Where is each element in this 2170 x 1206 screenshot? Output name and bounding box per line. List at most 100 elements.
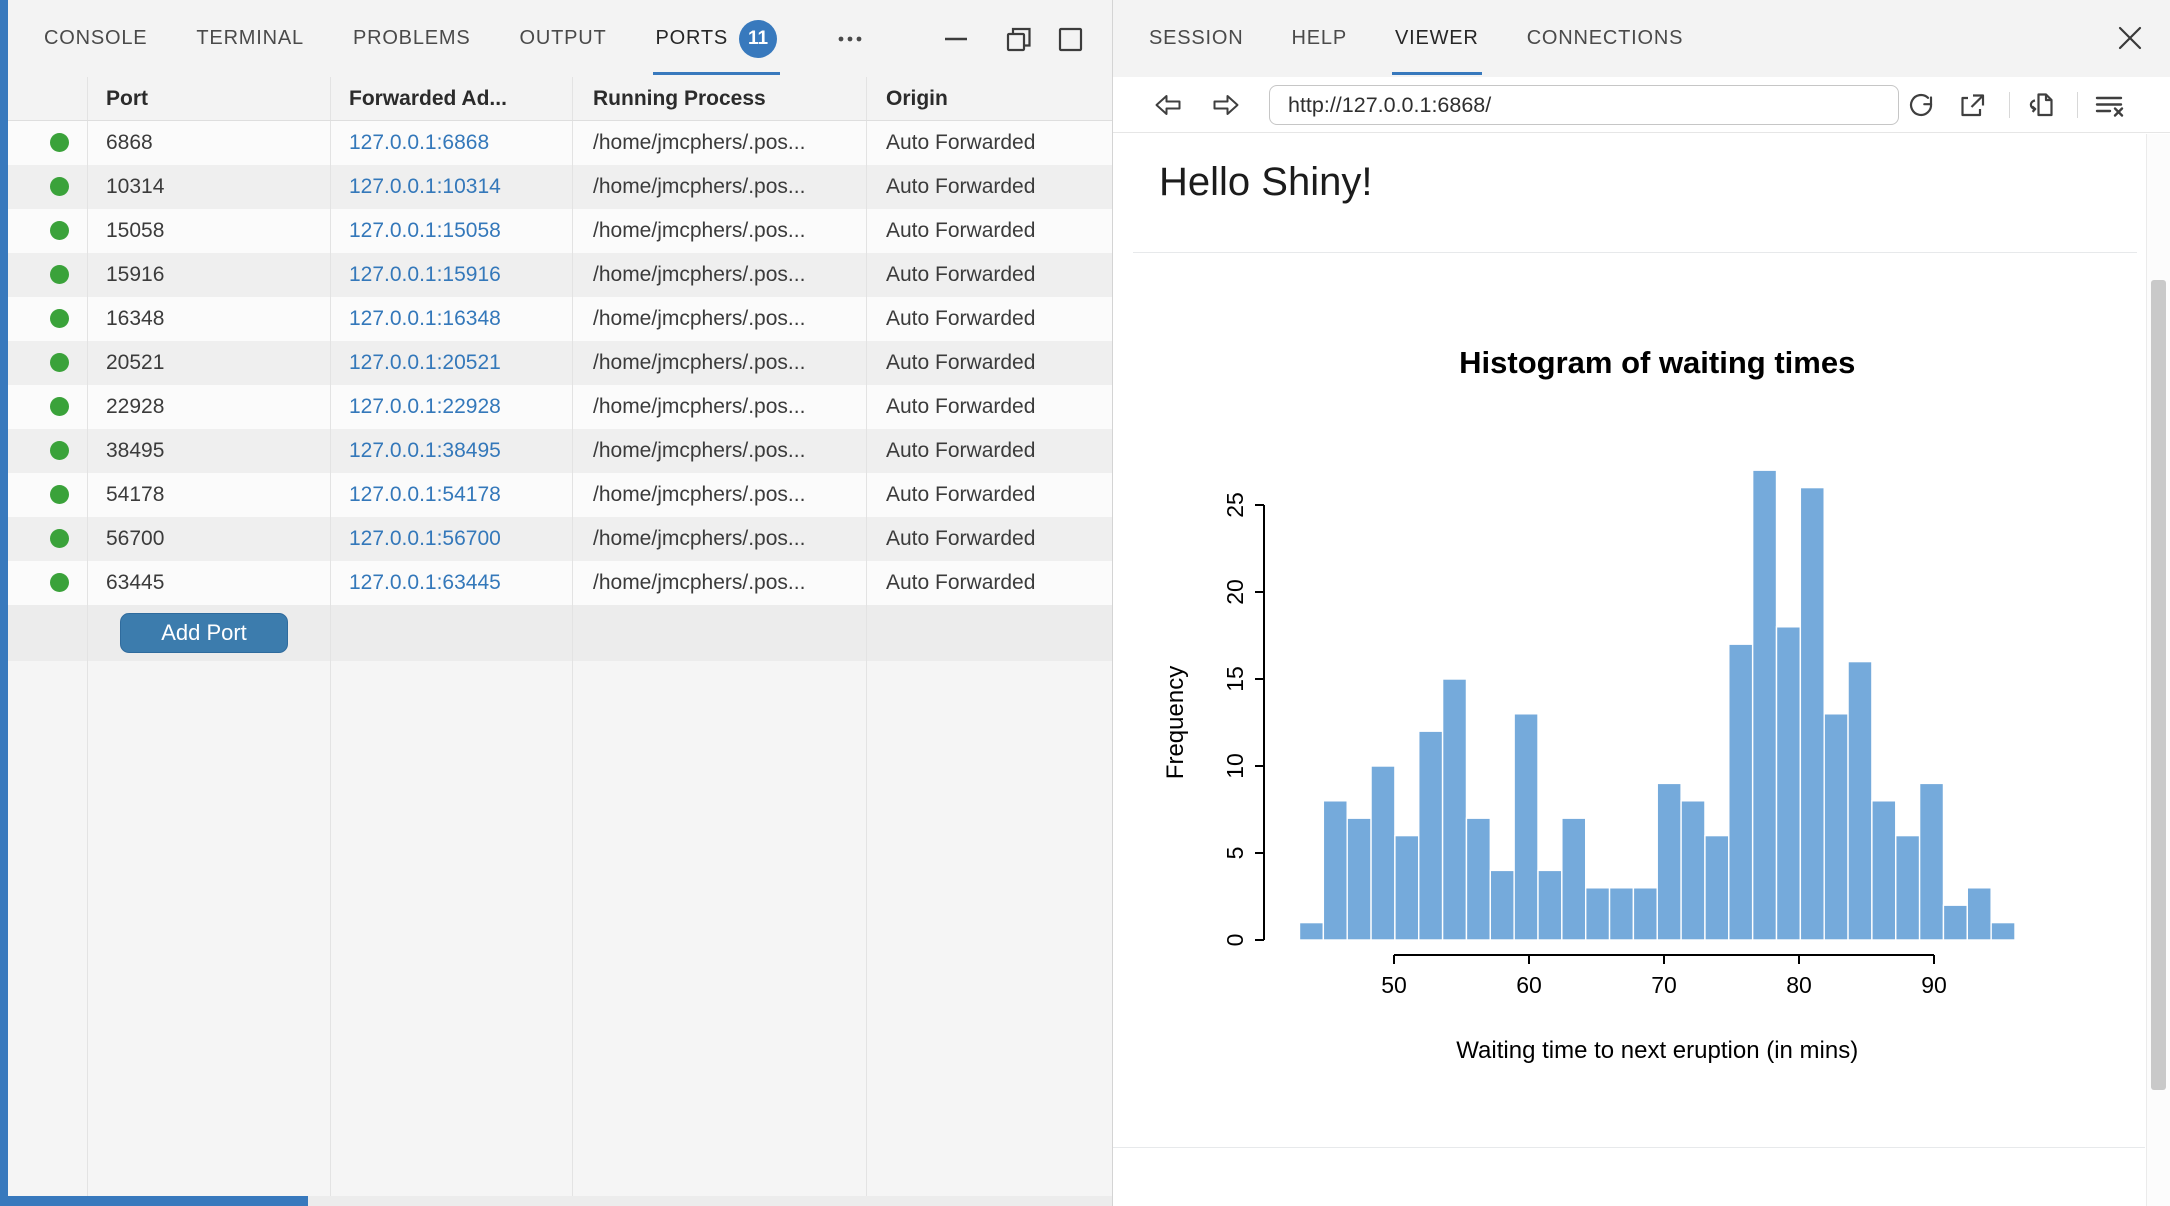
hist-bar <box>1800 488 1824 940</box>
forwarded-address-link[interactable]: 127.0.0.1:10314 <box>349 175 501 198</box>
origin-cell: Auto Forwarded <box>867 297 1112 341</box>
forwarded-address-link[interactable]: 127.0.0.1:20521 <box>349 351 501 374</box>
table-row: 38495127.0.0.1:38495/home/jmcphers/.pos.… <box>8 429 1112 473</box>
forwarded-address-link[interactable]: 127.0.0.1:22928 <box>349 395 501 418</box>
tab-label: CONSOLE <box>44 27 147 50</box>
forwarded-address-link[interactable]: 127.0.0.1:15058 <box>349 219 501 242</box>
origin-cell: Auto Forwarded <box>867 121 1112 165</box>
port-status-cell <box>8 341 88 385</box>
tab-help[interactable]: HELP <box>1292 0 1347 77</box>
back-button[interactable] <box>1151 88 1185 122</box>
hist-bar <box>1681 801 1705 940</box>
restore-icon <box>1002 23 1036 57</box>
hist-bar <box>1753 470 1777 940</box>
port-status-cell <box>8 165 88 209</box>
forwarded-address-cell: 127.0.0.1:38495 <box>331 429 573 473</box>
tab-output[interactable]: OUTPUT <box>519 0 606 77</box>
close-panel-button[interactable] <box>2114 22 2146 54</box>
table-row: 15916127.0.0.1:15916/home/jmcphers/.pos.… <box>8 253 1112 297</box>
clear-viewer-button[interactable] <box>2091 88 2129 122</box>
tab-connections[interactable]: CONNECTIONS <box>1527 0 1684 77</box>
port-cell: 10314 <box>88 165 331 209</box>
restore-panel-button[interactable] <box>1002 23 1036 57</box>
y-axis-label: Frequency <box>1162 666 1189 779</box>
forward-button[interactable] <box>1209 88 1243 122</box>
tab-console[interactable]: CONSOLE <box>44 0 147 77</box>
tab-label: OUTPUT <box>519 27 606 50</box>
more-actions-button[interactable] <box>833 24 867 54</box>
hist-bar <box>1490 870 1514 940</box>
forwarded-address-link[interactable]: 127.0.0.1:56700 <box>349 527 501 550</box>
port-active-dot-icon <box>50 221 69 240</box>
refresh-icon <box>1904 88 1938 122</box>
x-axis-label: Waiting time to next eruption (in mins) <box>1456 1037 1858 1064</box>
forwarded-address-link[interactable]: 127.0.0.1:54178 <box>349 483 501 506</box>
port-cell: 15058 <box>88 209 331 253</box>
bottom-panel-tabstrip: CONSOLE TERMINAL PROBLEMS OUTPUT PORTS11 <box>8 0 1112 77</box>
hist-bar <box>1967 888 1991 940</box>
forwarded-address-link[interactable]: 127.0.0.1:63445 <box>349 571 501 594</box>
y-tick-label: 20 <box>1222 579 1248 605</box>
tab-viewer[interactable]: VIEWER <box>1395 0 1479 77</box>
heading-divider <box>1133 252 2137 253</box>
y-tick-label: 0 <box>1222 934 1248 947</box>
tab-terminal[interactable]: TERMINAL <box>196 0 304 77</box>
maximize-panel-button[interactable] <box>1054 23 1088 57</box>
minimize-panel-button[interactable] <box>940 23 972 55</box>
vertical-scrollbar-thumb[interactable] <box>2151 280 2166 1090</box>
forward-arrow-icon <box>1209 88 1243 122</box>
hist-bar <box>1943 905 1967 940</box>
export-page-button[interactable] <box>2024 88 2058 122</box>
port-active-dot-icon <box>50 529 69 548</box>
port-status-cell <box>8 561 88 605</box>
open-in-new-window-button[interactable] <box>1956 88 1990 122</box>
running-process-cell: /home/jmcphers/.pos... <box>573 253 867 297</box>
ports-panel: CONSOLE TERMINAL PROBLEMS OUTPUT PORTS11 <box>0 0 1112 1206</box>
refresh-button[interactable] <box>1904 88 1938 122</box>
url-input[interactable] <box>1269 85 1899 125</box>
forwarded-address-cell: 127.0.0.1:16348 <box>331 297 573 341</box>
page-heading: Hello Shiny! <box>1159 160 1372 205</box>
chart-title: Histogram of waiting times <box>1459 345 1855 380</box>
y-tick-label: 10 <box>1222 753 1248 779</box>
tab-problems[interactable]: PROBLEMS <box>353 0 471 77</box>
port-status-cell <box>8 209 88 253</box>
running-process-cell: /home/jmcphers/.pos... <box>573 297 867 341</box>
hist-bar <box>1395 836 1419 940</box>
ports-table-body: 6868127.0.0.1:6868/home/jmcphers/.pos...… <box>8 121 1112 605</box>
running-process-cell: /home/jmcphers/.pos... <box>573 209 867 253</box>
col-running-process: Running Process <box>573 77 867 120</box>
port-status-cell <box>8 429 88 473</box>
horizontal-scrollbar-thumb[interactable] <box>0 1196 308 1206</box>
table-row: 22928127.0.0.1:22928/home/jmcphers/.pos.… <box>8 385 1112 429</box>
tab-ports[interactable]: PORTS11 <box>656 0 778 77</box>
add-port-row: Add Port <box>8 605 1112 661</box>
running-process-cell: /home/jmcphers/.pos... <box>573 561 867 605</box>
port-status-cell <box>8 297 88 341</box>
ports-horizontal-scrollbar[interactable] <box>0 1196 1112 1206</box>
table-row: 56700127.0.0.1:56700/home/jmcphers/.pos.… <box>8 517 1112 561</box>
x-tick-label: 50 <box>1381 972 1407 998</box>
running-process-cell: /home/jmcphers/.pos... <box>573 165 867 209</box>
running-process-cell: /home/jmcphers/.pos... <box>573 473 867 517</box>
export-page-icon <box>2024 88 2058 122</box>
port-status-cell <box>8 121 88 165</box>
tab-label: PORTS <box>656 27 729 50</box>
viewer-vertical-scrollbar[interactable] <box>2146 134 2170 1206</box>
forwarded-address-link[interactable]: 127.0.0.1:15916 <box>349 263 501 286</box>
tab-label: VIEWER <box>1395 27 1479 50</box>
forwarded-address-link[interactable]: 127.0.0.1:16348 <box>349 307 501 330</box>
hist-bar <box>1466 818 1490 940</box>
port-active-dot-icon <box>50 573 69 592</box>
port-cell: 56700 <box>88 517 331 561</box>
forwarded-address-link[interactable]: 127.0.0.1:38495 <box>349 439 501 462</box>
tab-session[interactable]: SESSION <box>1149 0 1244 77</box>
y-tick-label: 15 <box>1222 666 1248 692</box>
origin-cell: Auto Forwarded <box>867 473 1112 517</box>
close-icon <box>2114 22 2146 54</box>
port-status-cell <box>8 253 88 297</box>
port-status-cell <box>8 473 88 517</box>
add-port-button[interactable]: Add Port <box>120 613 288 653</box>
hist-bar <box>1562 818 1586 940</box>
forwarded-address-link[interactable]: 127.0.0.1:6868 <box>349 131 489 154</box>
